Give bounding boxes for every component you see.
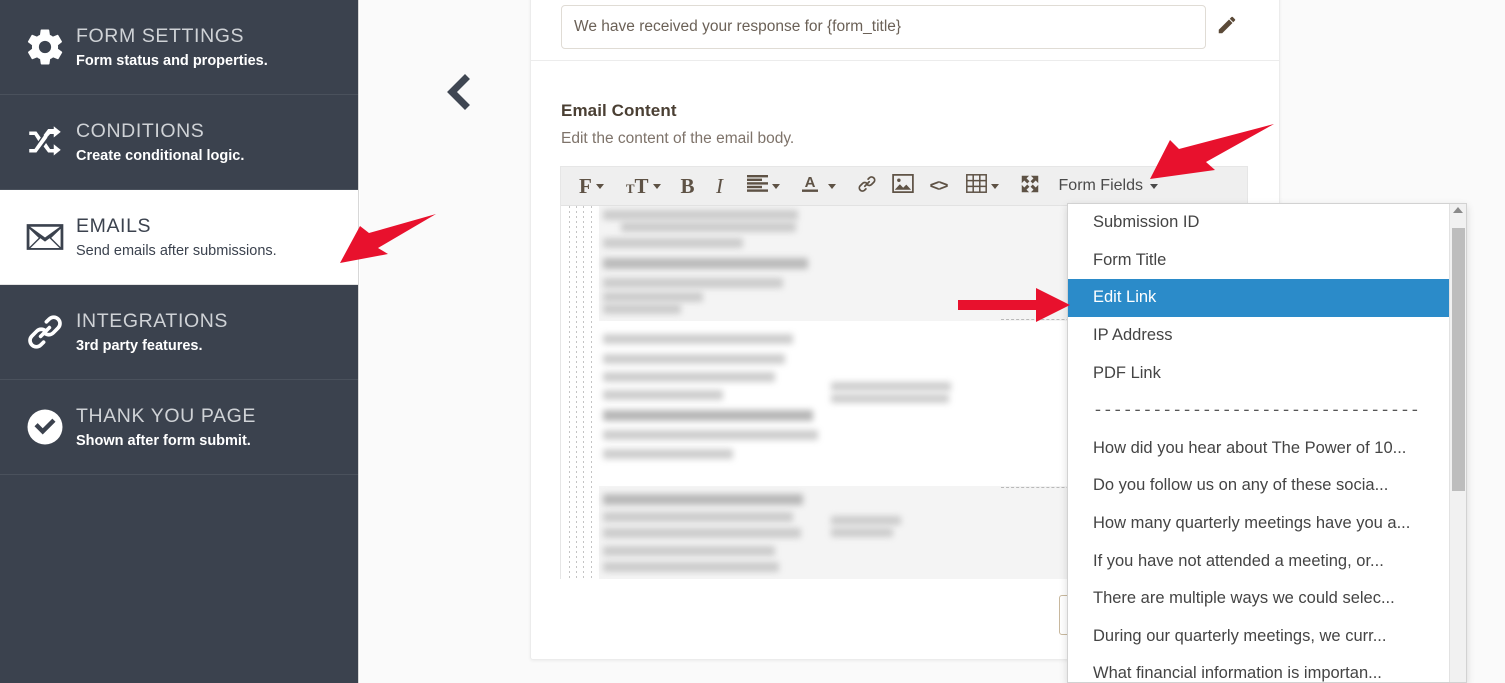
email-subject-row [561, 5, 1251, 49]
edit-subject-button[interactable] [1206, 5, 1248, 49]
font-size-button[interactable]: TT [622, 171, 665, 201]
insert-table-button[interactable] [962, 171, 1003, 201]
link-icon [856, 173, 878, 200]
check-circle-icon [14, 403, 76, 451]
table-icon [965, 174, 987, 198]
sidebar-item-subtitle: 3rd party features. [76, 337, 203, 354]
dropdown-item-submission-id[interactable]: Submission ID [1068, 204, 1451, 242]
font-family-button[interactable]: F [575, 171, 608, 201]
dropdown-item-question-1[interactable]: How did you hear about The Power of 10..… [1068, 430, 1451, 468]
sidebar-item-thank-you-page[interactable]: THANK YOU PAGE Shown after form submit. [0, 380, 358, 475]
dropdown-item-question-5[interactable]: There are multiple ways we could selec..… [1068, 580, 1451, 618]
font-family-glyph: F [579, 173, 592, 198]
collapse-sidebar-button[interactable] [436, 72, 480, 116]
insert-link-button[interactable] [852, 171, 882, 201]
chevron-down-icon [827, 183, 836, 189]
code-icon: <> [929, 176, 949, 195]
sidebar-item-subtitle: Create conditional logic. [76, 147, 245, 164]
dropdown-item-question-2[interactable]: Do you follow us on any of these socia..… [1068, 467, 1451, 505]
card-divider [531, 60, 1279, 61]
sidebar-item-integrations[interactable]: INTEGRATIONS 3rd party features. [0, 285, 358, 380]
chevron-down-icon [652, 183, 661, 189]
email-subject-input[interactable] [561, 5, 1206, 49]
bold-glyph: B [680, 173, 695, 198]
sidebar-item-title: INTEGRATIONS [76, 310, 229, 333]
dropdown-separator: --------------------------------- [1093, 401, 1420, 421]
sidebar-item-subtitle: Form status and properties. [76, 52, 268, 69]
shuffle-icon [14, 118, 76, 166]
sidebar-item-title: FORM SETTINGS [76, 25, 245, 48]
scrollbar-thumb[interactable] [1452, 228, 1465, 491]
scroll-up-arrow-icon[interactable] [1453, 207, 1463, 213]
dropdown-item-edit-link[interactable]: Edit Link [1068, 279, 1451, 317]
dropdown-item-question-6[interactable]: During our quarterly meetings, we curr..… [1068, 618, 1451, 656]
dropdown-item-pdf-link[interactable]: PDF Link [1068, 354, 1451, 392]
form-fields-dropdown-button[interactable]: Form Fields [1059, 171, 1158, 201]
sidebar-item-title: EMAILS [76, 215, 152, 238]
sidebar-item-subtitle: Shown after form submit. [76, 432, 251, 449]
code-view-button[interactable]: <> [926, 171, 952, 201]
dropdown-item-ip-address[interactable]: IP Address [1068, 317, 1451, 355]
text-color-button[interactable]: A [796, 171, 840, 201]
chevron-down-icon [771, 183, 780, 189]
form-fields-dropdown-menu: Submission ID Form Title Edit Link IP Ad… [1067, 203, 1467, 683]
pencil-icon [1216, 14, 1238, 41]
envelope-icon [14, 213, 76, 261]
image-icon [891, 173, 914, 199]
form-fields-list: Submission ID Form Title Edit Link IP Ad… [1068, 204, 1451, 682]
expand-icon [1019, 173, 1041, 200]
page-title: Email Content [561, 101, 677, 120]
font-size-glyph: TT [625, 173, 649, 198]
dropdown-item-question-4[interactable]: If you have not attended a meeting, or..… [1068, 542, 1451, 580]
sidebar-item-title: THANK YOU PAGE [76, 405, 256, 428]
dropdown-item-form-title[interactable]: Form Title [1068, 242, 1451, 280]
italic-button[interactable]: I [707, 171, 733, 201]
sidebar-item-conditions[interactable]: CONDITIONS Create conditional logic. [0, 95, 358, 190]
text-color-icon: A [800, 173, 820, 200]
chevron-down-icon [595, 183, 604, 189]
align-button[interactable] [743, 171, 784, 201]
link-icon [14, 308, 76, 356]
sidebar-item-emails[interactable]: EMAILS Send emails after submissions. [0, 190, 358, 285]
sidebar-item-title: CONDITIONS [76, 120, 205, 143]
dropdown-scrollbar[interactable] [1449, 204, 1466, 682]
dropdown-item-question-3[interactable]: How many quarterly meetings have you a..… [1068, 505, 1451, 543]
fullscreen-button[interactable] [1015, 171, 1045, 201]
insert-image-button[interactable] [888, 171, 918, 201]
form-fields-label: Form Fields [1058, 177, 1143, 194]
sidebar-item-form-settings[interactable]: FORM SETTINGS Form status and properties… [0, 0, 358, 95]
bold-button[interactable]: B [675, 171, 701, 201]
align-icon [746, 175, 768, 197]
chevron-down-icon [990, 183, 999, 189]
svg-text:A: A [804, 174, 815, 191]
gear-icon [14, 23, 76, 71]
italic-glyph: I [716, 173, 724, 198]
sidebar-item-subtitle: Send emails after submissions. [76, 242, 277, 259]
dropdown-item-question-7[interactable]: What financial information is importan..… [1068, 655, 1451, 682]
chevron-left-icon [443, 73, 473, 116]
editor-toolbar: F TT B I A <> Form Fields [561, 167, 1247, 206]
chevron-down-icon [1149, 183, 1158, 189]
settings-sidebar: FORM SETTINGS Form status and properties… [0, 0, 359, 683]
page-subtitle: Edit the content of the email body. [561, 130, 795, 147]
editor-row-handles [569, 206, 599, 579]
